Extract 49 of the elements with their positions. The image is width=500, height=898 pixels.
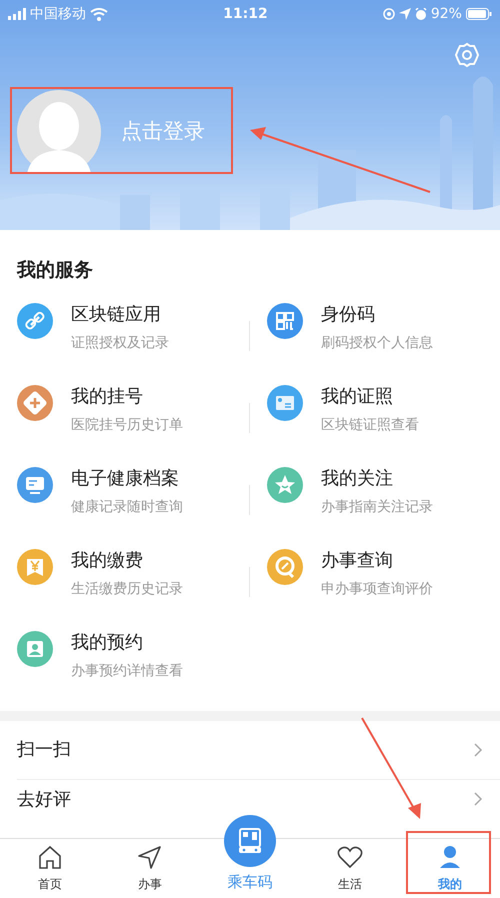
signal-icon (8, 8, 26, 20)
service-title[interactable]: 区块链应用 (71, 302, 169, 326)
chevron-icon (473, 742, 483, 758)
service-subtitle: 生活缴费历史记录 (71, 580, 183, 598)
tab-item[interactable]: 首页 (0, 839, 100, 898)
qr-code-icon[interactable] (267, 302, 303, 338)
settings-icon[interactable] (454, 42, 480, 68)
person-card-icon[interactable] (17, 630, 53, 666)
home-icon (36, 843, 64, 871)
service-subtitle: 健康记录随时查询 (71, 498, 183, 516)
tab-item[interactable]: 办事 (100, 839, 200, 898)
service-subtitle: 刷码授权个人信息 (321, 334, 433, 352)
service-title[interactable]: 我的挂号 (71, 384, 183, 408)
section-title: 我的服务 (16, 258, 94, 283)
service-title[interactable]: 我的预约 (71, 630, 183, 654)
bus-qr-icon[interactable] (224, 815, 276, 867)
menu-label: 去好评 (17, 788, 71, 812)
id-card-icon[interactable] (267, 384, 303, 420)
service-title[interactable]: 身份码 (321, 302, 433, 326)
search-icon[interactable] (267, 548, 303, 584)
battery-percent: 92% (430, 4, 462, 24)
avatar-icon[interactable] (17, 90, 101, 174)
status-time: 11:12 (223, 4, 268, 24)
service-title[interactable]: 电子健康档案 (71, 466, 183, 490)
service-title[interactable]: 我的关注 (321, 466, 433, 490)
wifi-icon (90, 8, 108, 20)
service-subtitle: 医院挂号历史订单 (71, 416, 183, 434)
chain-link-icon[interactable] (17, 302, 53, 338)
chevron-icon (473, 791, 483, 807)
menu-row[interactable]: 扫一扫 (0, 720, 500, 778)
service-title[interactable]: 我的证照 (321, 384, 419, 408)
orientation-lock-icon (382, 8, 395, 20)
yen-receipt-icon[interactable] (17, 548, 53, 584)
monitor-icon[interactable] (17, 466, 53, 502)
service-subtitle: 办事预约详情查看 (71, 662, 183, 680)
alarm-icon (414, 8, 427, 20)
plus-icon[interactable] (17, 384, 53, 420)
service-subtitle: 区块链证照查看 (321, 416, 419, 434)
location-icon (398, 8, 411, 20)
service-subtitle: 申办事项查询评价 (321, 580, 433, 598)
service-subtitle: 证照授权及记录 (71, 334, 169, 352)
tab-item[interactable]: 生活 (300, 839, 400, 898)
carrier-name: 中国移动 (30, 4, 86, 24)
menu-label: 扫一扫 (17, 738, 71, 762)
service-title[interactable]: 我的缴费 (71, 548, 183, 572)
battery-icon (466, 8, 492, 20)
service-subtitle: 办事指南关注记录 (321, 498, 433, 516)
service-title[interactable]: 办事查询 (321, 548, 433, 572)
paper-plane-icon (136, 843, 164, 871)
